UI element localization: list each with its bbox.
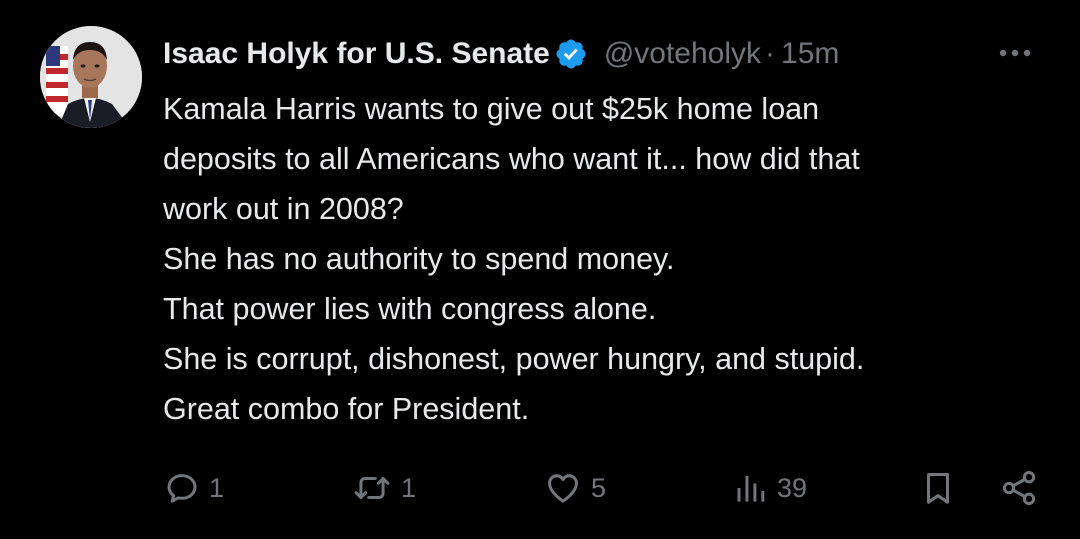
like-button[interactable]: 5 (543, 466, 606, 510)
separator-dot: · (765, 37, 776, 70)
repost-icon (354, 476, 390, 500)
tweet-actions: 1 1 5 39 (163, 466, 1043, 510)
reply-count: 1 (209, 472, 225, 503)
author-display-name[interactable]: Isaac Holyk for U.S. Senate (163, 37, 550, 71)
tweet-text-line: She is corrupt, dishonest, power hungry,… (163, 342, 865, 376)
avatar-photo (40, 26, 142, 128)
tweet: Isaac Holyk for U.S. Senate @voteholyk ·… (0, 0, 1080, 539)
bookmark-button[interactable] (919, 466, 957, 510)
tweet-text: Kamala Harris wants to give out $25k hom… (163, 84, 1053, 434)
author-avatar[interactable] (40, 26, 142, 128)
tweet-text-line: deposits to all Americans who want it...… (163, 142, 860, 176)
share-button[interactable] (999, 466, 1039, 510)
share-icon (1002, 471, 1036, 505)
views-count: 39 (777, 472, 808, 503)
tweet-header: Isaac Holyk for U.S. Senate @voteholyk ·… (163, 30, 1053, 78)
reply-button[interactable]: 1 (163, 466, 224, 510)
reply-icon (167, 474, 197, 503)
author-handle[interactable]: @voteholyk (604, 37, 761, 71)
like-count: 5 (591, 472, 607, 503)
bookmark-icon (926, 473, 950, 504)
tweet-text-line: Kamala Harris wants to give out $25k hom… (163, 92, 820, 126)
repost-button[interactable]: 1 (351, 466, 416, 510)
tweet-text-line: Great combo for President. (163, 392, 530, 426)
views-button[interactable]: 39 (733, 466, 807, 510)
tweet-timestamp[interactable]: 15m (781, 37, 839, 71)
repost-count: 1 (401, 472, 417, 503)
verified-badge-icon (556, 39, 586, 69)
tweet-text-line: She has no authority to spend money. (163, 242, 675, 276)
tweet-text-line: work out in 2008? (163, 192, 404, 226)
heart-icon (548, 474, 578, 503)
tweet-text-line: That power lies with congress alone. (163, 292, 657, 326)
analytics-icon (737, 476, 765, 502)
more-options-icon[interactable] (998, 38, 1032, 68)
